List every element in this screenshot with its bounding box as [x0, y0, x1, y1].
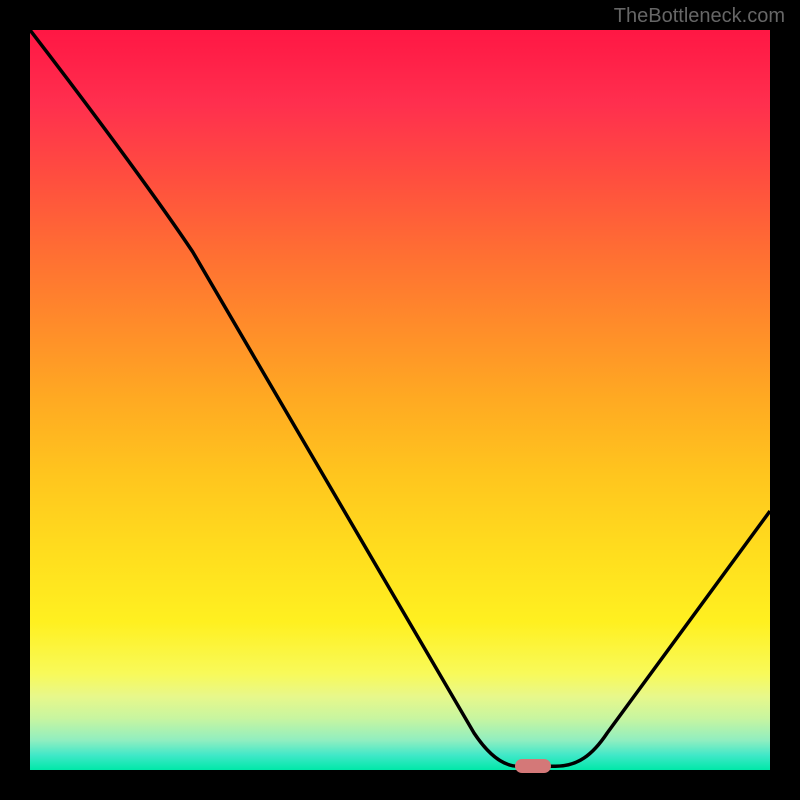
bottleneck-curve — [30, 30, 770, 770]
chart-area — [30, 30, 770, 770]
minimum-point-marker — [515, 759, 551, 773]
watermark-text: TheBottleneck.com — [614, 5, 785, 28]
